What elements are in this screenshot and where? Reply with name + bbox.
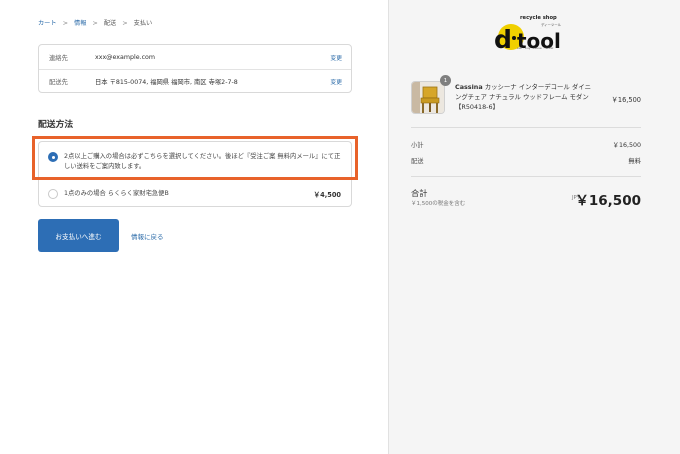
logo-kana-text: ディーツール bbox=[541, 23, 562, 27]
ship-to-row: 配送先 日本 〒815-0074, 福岡県 福岡市, 南区 寺塚2-7-8 変更 bbox=[39, 69, 351, 93]
product-name: Cassina カッシーナ インターデコール ダイニングチェア ナチュラル ウッ… bbox=[455, 82, 593, 112]
summary-divider bbox=[411, 176, 641, 177]
breadcrumb-shipping: 配送 bbox=[103, 20, 117, 27]
logo-tagline: sell · buy · reuse · rental bbox=[517, 46, 554, 50]
quantity-badge: 1 bbox=[440, 75, 451, 86]
summary-divider bbox=[411, 127, 641, 128]
logo-letter-d: d bbox=[494, 25, 512, 54]
shipping-option-label: 2点以上ご購入の場合は必ずこちらを選択してください。後ほど『受注ご案 無料内メー… bbox=[64, 153, 341, 170]
ship-to-label: 配送先 bbox=[49, 79, 68, 86]
subtotal-value: ￥16,500 bbox=[612, 142, 641, 149]
subtotal-label: 小計 bbox=[411, 142, 424, 149]
return-to-information-link[interactable]: 情報に戻る bbox=[131, 231, 164, 241]
breadcrumb: カート > 情報 > 配送 > 支払い bbox=[38, 18, 153, 28]
review-block: 連絡先 xxx@example.com 変更 配送先 日本 〒815-0074,… bbox=[38, 44, 352, 93]
change-contact-link[interactable]: 変更 bbox=[330, 53, 342, 62]
change-address-link[interactable]: 変更 bbox=[330, 77, 342, 86]
shipping-option-single[interactable]: 1点のみの場合 らくらく家財宅急便B ￥4,500 bbox=[39, 180, 351, 207]
subtotal-row: 小計 ￥16,500 bbox=[411, 140, 641, 149]
contact-value: xxx@example.com bbox=[95, 53, 156, 61]
product-brand: Cassina bbox=[455, 83, 483, 91]
logo-dot bbox=[512, 36, 516, 40]
total-label: 合計 bbox=[411, 188, 428, 198]
breadcrumb-information[interactable]: 情報 bbox=[74, 18, 86, 27]
shipping-option-multiple[interactable]: 2点以上ご購入の場合は必ずこちらを選択してください。後ほど『受注ご案 無料内メー… bbox=[39, 142, 351, 180]
breadcrumb-cart[interactable]: カート bbox=[38, 18, 57, 27]
contact-row: 連絡先 xxx@example.com 変更 bbox=[39, 45, 351, 69]
checkout-main: カート > 情報 > 配送 > 支払い 連絡先 xxx@example.com … bbox=[0, 0, 388, 454]
shipping-option-label: 1点のみの場合 らくらく家財宅急便B bbox=[64, 190, 169, 197]
contact-label: 連絡先 bbox=[49, 54, 68, 62]
product-price: ￥16,500 bbox=[611, 96, 641, 104]
breadcrumb-separator: > bbox=[92, 18, 98, 27]
breadcrumb-separator: > bbox=[122, 18, 128, 27]
shipping-cost-row: 配送 無料 bbox=[411, 156, 641, 165]
shipping-options: 2点以上ご購入の場合は必ずこちらを選択してください。後ほど『受注ご案 無料内メー… bbox=[38, 141, 352, 207]
order-summary-panel bbox=[388, 0, 680, 454]
tax-note: ￥1,500の税金を含む bbox=[411, 201, 466, 207]
total-value: ￥16,500 bbox=[575, 193, 641, 209]
shipping-cost-label: 配送 bbox=[411, 158, 424, 165]
breadcrumb-payment: 支払い bbox=[133, 20, 153, 27]
product-thumbnail bbox=[411, 81, 445, 114]
shipping-method-title: 配送方法 bbox=[38, 120, 74, 130]
breadcrumb-separator: > bbox=[62, 18, 69, 27]
continue-to-payment-button[interactable]: お支払いへ進む bbox=[38, 219, 119, 252]
ship-to-value: 日本 〒815-0074, 福岡県 福岡市, 南区 寺塚2-7-8 bbox=[95, 79, 238, 86]
radio-selected[interactable] bbox=[48, 152, 58, 162]
logo-shop-text: recycle shop bbox=[520, 15, 557, 21]
chair-photo-icon bbox=[412, 82, 444, 113]
shipping-cost-value: 無料 bbox=[628, 158, 641, 165]
radio-unselected[interactable] bbox=[48, 189, 58, 199]
shipping-option-price: ￥4,500 bbox=[313, 191, 341, 199]
